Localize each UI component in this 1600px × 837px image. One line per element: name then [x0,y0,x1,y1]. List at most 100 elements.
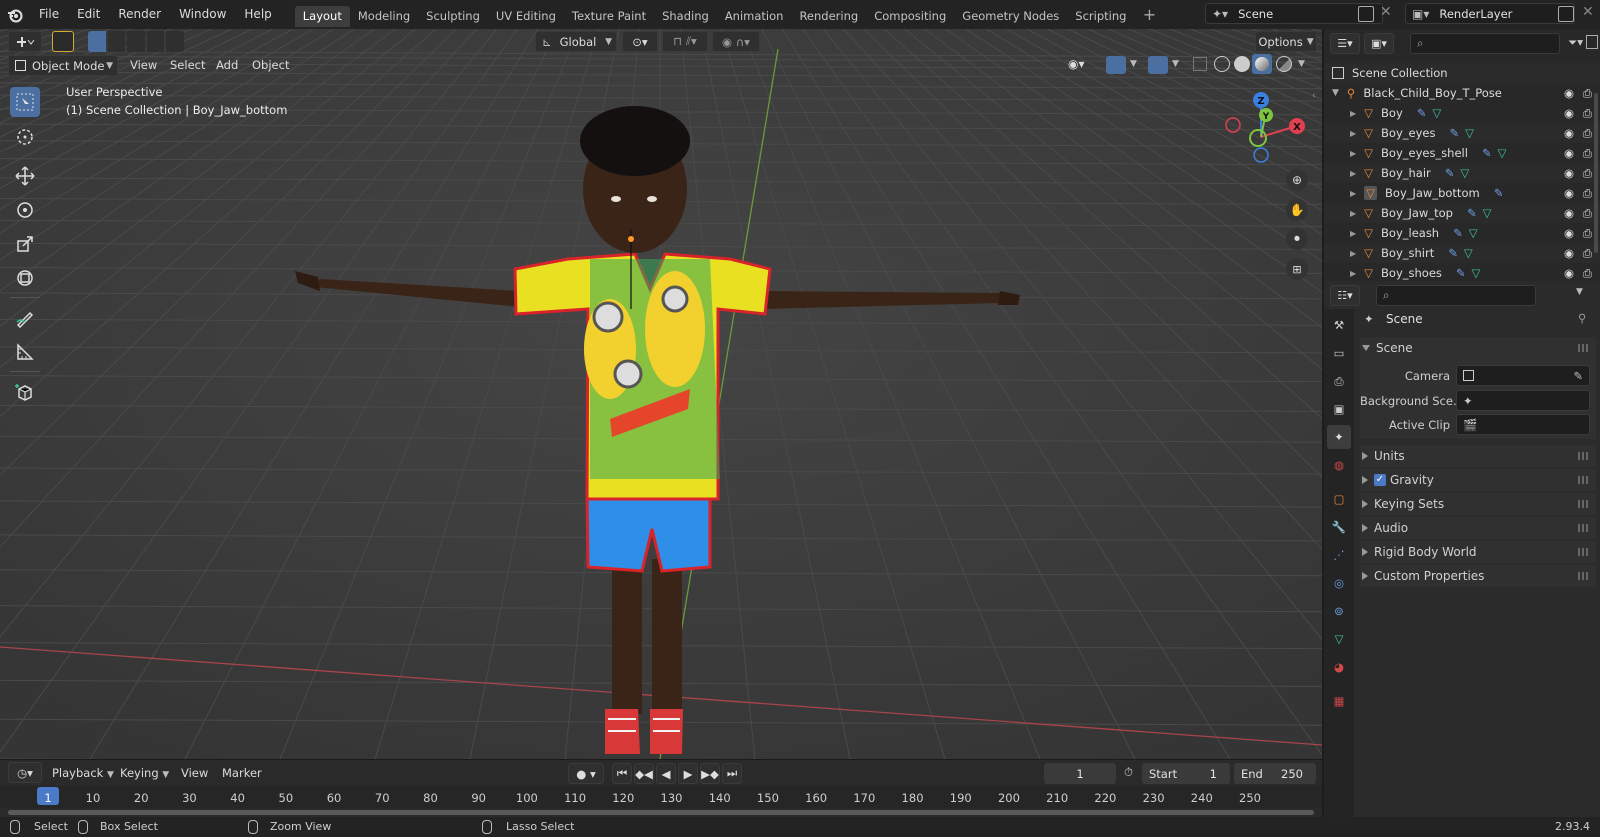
tab-physics[interactable]: ◎ [1327,571,1351,595]
render-camera-icon[interactable]: ⎙ [1583,266,1592,281]
timeline-menu-playback[interactable]: Playback ▼ [46,763,120,784]
viewport-menu-select[interactable]: Select [164,55,211,76]
tab-layout[interactable]: Layout [294,5,350,27]
sidebar-toggle-icon[interactable]: ‹ [1312,91,1316,101]
tab-material[interactable]: ◕ [1327,655,1351,679]
outliner-item[interactable]: ▶ ▽ Boy_eyes ✎ ▽ ◉ ⎙ [1324,123,1600,143]
expand-icon[interactable]: ▶ [1350,149,1356,158]
render-camera-icon[interactable]: ⎙ [1583,226,1592,241]
measure-tool[interactable] [10,337,40,367]
tab-constraints[interactable]: ⊚ [1327,599,1351,623]
outliner-search-input[interactable]: ⌕ [1410,33,1560,54]
jump-start-icon[interactable]: ⏮ [612,763,632,784]
active-clip-field[interactable]: 🎬 [1456,414,1590,435]
mode-dropdown[interactable]: Object Mode ▼ [8,55,118,76]
blender-logo-icon[interactable] [0,0,30,29]
visibility-eye-icon[interactable]: ◉ [1564,226,1574,240]
expand-icon[interactable]: ▶ [1350,269,1356,278]
tab-particles[interactable]: ⋰ [1327,543,1351,567]
outliner-editor-type[interactable]: ☰▾ [1330,33,1360,54]
editor-type-button[interactable] [8,31,42,52]
select-tool-mode[interactable] [52,31,74,52]
tab-texture-paint[interactable]: Texture Paint [564,6,654,27]
render-camera-icon[interactable]: ⎙ [1583,166,1592,181]
play-reverse-icon[interactable]: ◀ [656,763,676,784]
current-frame-field[interactable]: 1 [1044,763,1116,784]
pin-icon[interactable]: ⚲ [1578,311,1586,325]
ortho-toggle-icon[interactable]: ⊞ [1286,258,1308,280]
background-scene-field[interactable]: ✦ [1456,390,1590,411]
menu-edit[interactable]: Edit [68,0,109,29]
scene-selector[interactable]: ✦▾ Scene [1205,3,1383,24]
tab-data[interactable]: ▽ [1327,627,1351,651]
render-camera-icon[interactable]: ⎙ [1583,186,1592,201]
timeline-scrollbar[interactable] [8,810,1314,815]
character-model[interactable] [290,59,1050,759]
camera-view-icon[interactable]: ⏺ [1286,228,1308,250]
overlay-dropdown-icon[interactable]: ▼ [1172,59,1179,69]
panel-custom-properties[interactable]: Custom Properties [1360,565,1596,587]
cursor-tool[interactable] [10,122,40,152]
tab-uv-editing[interactable]: UV Editing [488,6,564,27]
select-invert-icon[interactable] [146,31,165,52]
visibility-eye-icon[interactable]: ◉ [1564,186,1574,200]
scale-tool[interactable] [10,229,40,259]
pivot-point-dropdown[interactable]: ⊙▾ [622,31,658,52]
menu-render[interactable]: Render [109,0,170,29]
navigation-gizmo[interactable]: Z X Y [1215,87,1315,177]
overlay-toggle[interactable] [1148,56,1168,74]
tab-compositing[interactable]: Compositing [866,6,954,27]
outliner-item[interactable]: ▶ ▽ Boy_leash ✎ ▽ ◉ ⎙ [1324,223,1600,243]
viewport-menu-view[interactable]: View [124,55,163,76]
outliner-item[interactable]: ▶ ▽ Boy_eyes_shell ✎ ▽ ◉ ⎙ [1324,143,1600,163]
close-view-layer-icon[interactable]: ✕ [1582,4,1594,20]
next-keyframe-icon[interactable]: ▶◆ [700,763,720,784]
select-box-tool[interactable] [10,87,40,117]
tab-render[interactable]: ▭ [1327,341,1351,365]
outliner-item[interactable]: ▶ ▽ Boy_shoes ✎ ▽ ◉ ⎙ [1324,263,1600,283]
visibility-eye-icon[interactable]: ◉ [1564,146,1574,160]
options-dropdown[interactable]: Options ▼ [1255,31,1317,52]
render-camera-icon[interactable]: ⎙ [1583,246,1592,261]
visibility-eye-icon[interactable]: ◉ [1564,166,1574,180]
add-workspace-icon[interactable]: + [1140,5,1158,24]
menu-help[interactable]: Help [235,0,280,29]
new-scene-icon[interactable] [1358,6,1374,22]
expand-icon[interactable]: ▶ [1350,189,1356,198]
select-subtract-icon[interactable] [127,31,145,52]
tab-rendering[interactable]: Rendering [791,6,866,27]
render-camera-icon[interactable]: ⎙ [1583,86,1592,101]
render-camera-icon[interactable]: ⎙ [1583,206,1592,221]
tab-modeling[interactable]: Modeling [350,6,418,27]
viewport-menu-add[interactable]: Add [210,55,244,76]
expand-icon[interactable]: ▶ [1350,169,1356,178]
visibility-dropdown[interactable]: ◉▾ [1068,57,1085,71]
timeline-editor-type[interactable]: ◷▾ [8,762,42,783]
pan-view-icon[interactable]: ✋ [1286,199,1308,221]
visibility-eye-icon[interactable]: ◉ [1564,86,1574,100]
view-layer-selector[interactable]: ▣▾ RenderLayer [1405,3,1575,24]
transform-tool[interactable] [10,263,40,293]
outliner-item[interactable]: ▶ ▽ Boy_Jaw_top ✎ ▽ ◉ ⎙ [1324,203,1600,223]
tab-tool[interactable]: ⚒ [1327,313,1351,337]
viewport-menu-object[interactable]: Object [246,55,295,76]
panel-keying-sets[interactable]: Keying Sets [1360,493,1596,515]
visibility-eye-icon[interactable]: ◉ [1564,126,1574,140]
menu-file[interactable]: File [30,0,68,29]
tab-animation[interactable]: Animation [717,6,792,27]
visibility-eye-icon[interactable]: ◉ [1564,106,1574,120]
selection-mode-group[interactable] [88,31,184,52]
timeline-menu-keying[interactable]: Keying ▼ [114,763,175,784]
close-scene-icon[interactable]: ✕ [1380,4,1392,20]
gravity-checkbox[interactable]: ✓ [1374,474,1386,486]
properties-search-input[interactable]: ⌕ [1376,285,1536,306]
select-intersect-icon[interactable] [166,31,184,52]
options-chevron-icon[interactable]: ▼ [1576,287,1583,297]
transform-orientation-dropdown[interactable]: ⊾ Global ▼ [535,31,617,52]
shading-dropdown-icon[interactable]: ▼ [1298,59,1305,69]
new-collection-icon[interactable] [1586,35,1598,49]
outliner-item-collection[interactable]: ▼ ⚲ Black_Child_Boy_T_Pose ◉ ⎙ [1324,83,1600,103]
outliner-scrollbar[interactable] [1594,93,1598,253]
tab-texture[interactable]: ▦ [1327,689,1351,713]
drag-handle-icon[interactable] [1578,476,1590,484]
